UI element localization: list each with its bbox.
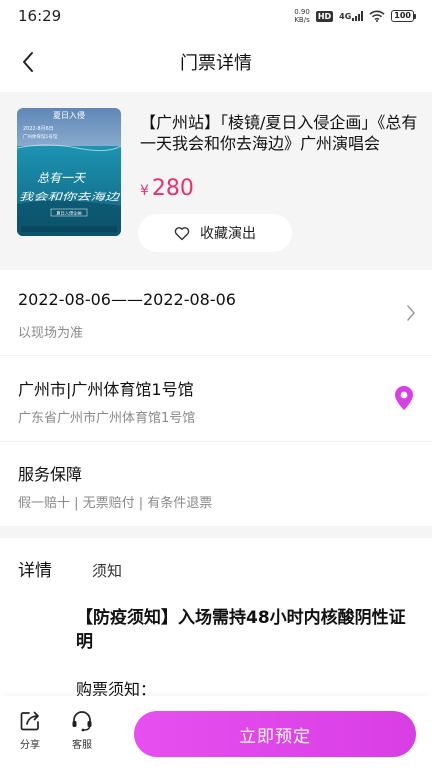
battery-icon: 100 bbox=[391, 10, 416, 22]
cellular-signal-icon: 4G bbox=[339, 11, 364, 21]
customer-service-button[interactable]: 客服 bbox=[60, 710, 104, 751]
page-title: 门票详情 bbox=[180, 53, 252, 74]
event-poster[interactable]: 夏日入侵 2022·8月6日 广州体育馆1号馆 总有一天 我会和你去海边 夏日入… bbox=[17, 108, 121, 236]
price-currency: ¥ bbox=[140, 183, 149, 199]
share-button[interactable]: 分享 bbox=[8, 710, 52, 751]
service-title: 服务保障 bbox=[18, 465, 83, 484]
price-value: 280 bbox=[151, 176, 194, 201]
poster-calligraphy-line1: 总有一天 bbox=[37, 171, 87, 185]
tab-detail[interactable]: 详情 bbox=[18, 556, 52, 581]
ticket-title: 【广州站】「棱镜/夏日入侵企画」《总有一天我会和你去海边》广州演唱会 bbox=[140, 113, 418, 153]
heart-icon bbox=[174, 226, 190, 240]
back-arrow-icon bbox=[23, 52, 33, 72]
venue-row[interactable]: 广州市|广州体育馆1号馆 广东省广州市广州体育馆1号馆 bbox=[0, 356, 432, 442]
favorite-button[interactable]: 收藏演出 bbox=[138, 214, 292, 252]
service-items: 假一赔十 | 无票赔付 | 有条件退票 bbox=[18, 496, 213, 511]
book-now-button[interactable]: 立即预定 bbox=[134, 711, 416, 757]
network-speed-value: 0.90 bbox=[294, 8, 310, 16]
venue-address: 广东省广州市广州体育馆1号馆 bbox=[18, 411, 196, 426]
status-bar: 16:29 0.90 KB/s HD 4G 100 bbox=[0, 0, 432, 32]
poster-venue: 广州体育馆1号馆 bbox=[23, 133, 58, 140]
status-icons: 0.90 KB/s HD 4G 100 bbox=[294, 8, 416, 24]
page-header: 门票详情 bbox=[0, 36, 432, 88]
bottom-action-bar: 分享 客服 立即预定 bbox=[0, 696, 432, 768]
poster-image: 夏日入侵 2022·8月6日 广州体育馆1号馆 总有一天 我会和你去海边 夏日入… bbox=[17, 108, 121, 236]
section-divider bbox=[0, 526, 432, 538]
share-label: 分享 bbox=[20, 740, 40, 751]
back-button[interactable] bbox=[12, 46, 44, 78]
headset-icon bbox=[72, 711, 92, 732]
share-icon bbox=[20, 711, 39, 731]
date-note: 以现场为准 bbox=[18, 326, 84, 341]
venue-name: 广州市|广州体育馆1号馆 bbox=[18, 380, 194, 399]
wifi-icon bbox=[369, 10, 385, 22]
poster-heading: 夏日入侵 bbox=[53, 110, 85, 120]
battery-level: 100 bbox=[391, 10, 414, 22]
poster-band: 夏日入侵企画 bbox=[56, 210, 81, 217]
customer-service-label: 客服 bbox=[72, 740, 92, 751]
hd-badge: HD bbox=[315, 10, 334, 22]
signal-type: 4G bbox=[339, 12, 352, 21]
covid-notice-title: 【防疫须知】入场需持48小时内核酸阴性证明 bbox=[76, 608, 406, 652]
chevron-right-icon bbox=[407, 305, 415, 321]
poster-calligraphy-line2: 我会和你去海边 bbox=[19, 191, 120, 203]
service-guarantee-row[interactable]: 服务保障 假一赔十 | 无票赔付 | 有条件退票 bbox=[0, 442, 432, 526]
status-time: 16:29 bbox=[18, 7, 62, 25]
favorite-label: 收藏演出 bbox=[200, 226, 256, 242]
detail-tabs: 详情 须知 bbox=[0, 556, 432, 586]
tab-notice[interactable]: 须知 bbox=[92, 560, 122, 581]
ticket-card: 夏日入侵 2022·8月6日 广州体育馆1号馆 总有一天 我会和你去海边 夏日入… bbox=[0, 92, 432, 270]
network-speed: 0.90 KB/s bbox=[294, 8, 310, 24]
ticket-price: ¥ 280 bbox=[140, 176, 194, 201]
location-pin-icon[interactable] bbox=[394, 385, 414, 411]
date-row[interactable]: 2022-08-06——2022-08-06 以现场为准 bbox=[0, 272, 432, 356]
poster-date: 2022·8月6日 bbox=[23, 126, 54, 132]
network-speed-unit: KB/s bbox=[294, 16, 310, 24]
date-range: 2022-08-06——2022-08-06 bbox=[18, 290, 236, 309]
